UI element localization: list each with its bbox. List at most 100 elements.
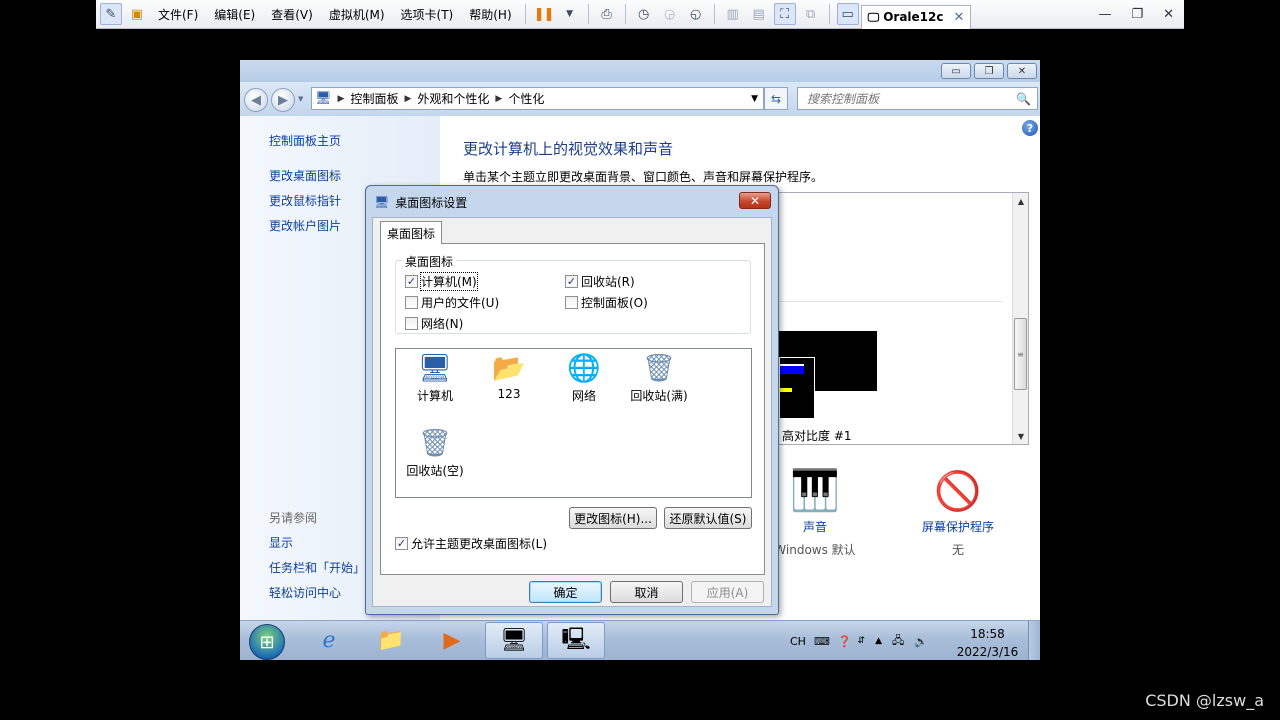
link-change-account-picture[interactable]: 更改帐户图片: [269, 217, 341, 234]
pin-icon[interactable]: ✎: [100, 3, 122, 25]
breadcrumb-appearance[interactable]: 外观和个性化: [417, 90, 489, 107]
checkbox-control-panel[interactable]: 控制面板(O): [565, 294, 648, 311]
icon-item-recycle-empty[interactable]: 🗑 回收站(空): [397, 426, 473, 479]
volume-icon[interactable]: 🔊: [914, 635, 928, 648]
checkbox-allow-themes[interactable]: ✓ 允许主题更改桌面图标(L): [395, 535, 547, 552]
theme-high-contrast-preview[interactable]: [779, 331, 877, 419]
icon-item-user-files[interactable]: 📂 123: [471, 351, 547, 401]
menu-edit[interactable]: 编辑(E): [206, 0, 263, 29]
themes-scrollbar[interactable]: ▲ ≡ ▼: [1012, 193, 1028, 444]
snapshot-icon[interactable]: ◷: [633, 3, 655, 25]
ime-options-icon[interactable]: ⇵: [858, 636, 866, 646]
checkbox-box[interactable]: ✓: [565, 275, 578, 288]
chevron-down-icon[interactable]: ▼: [559, 3, 581, 25]
close-icon[interactable]: ✕: [953, 10, 964, 25]
search-input[interactable]: [807, 91, 1007, 106]
link-change-desktop-icons[interactable]: 更改桌面图标: [269, 167, 341, 184]
console-view-icon[interactable]: ▭: [836, 3, 859, 25]
checkbox-box[interactable]: [405, 317, 418, 330]
vm-tab[interactable]: 🖵 Orale12c ✕: [860, 4, 972, 29]
language-indicator[interactable]: CH: [790, 635, 806, 648]
unity-icon[interactable]: ⧉: [800, 3, 822, 25]
scroll-down-arrow[interactable]: ▼: [1013, 428, 1028, 444]
network-icon[interactable]: 🖧: [892, 632, 904, 651]
menu-help[interactable]: 帮助(H): [461, 0, 519, 29]
cancel-button[interactable]: 取消: [610, 581, 683, 603]
desktop-icon-settings-taskbar-button[interactable]: 🖳: [547, 622, 605, 659]
start-button[interactable]: ⊞: [249, 624, 285, 660]
breadcrumb-personalization[interactable]: 个性化: [508, 90, 544, 107]
revert-snapshot-icon[interactable]: ◶: [659, 3, 681, 25]
scroll-up-arrow[interactable]: ▲: [1013, 193, 1028, 209]
sound-label[interactable]: 声音: [770, 518, 860, 535]
icon-list[interactable]: 🖥 计算机 📂 123 🌐 网络 🗑 回收站(满) 🗑 回收站(空): [395, 348, 752, 498]
breadcrumb-control-panel[interactable]: 控制面板: [350, 90, 398, 107]
menu-file[interactable]: 文件(F): [150, 0, 206, 29]
keyboard-icon[interactable]: ⌨: [814, 635, 830, 648]
theme-label[interactable]: 高对比度 #1: [782, 427, 852, 444]
address-bar[interactable]: 🖥 ▶ 控制面板 ▶ 外观和个性化 ▶ 个性化 ▼: [311, 87, 764, 110]
checkbox-recycle-bin[interactable]: ✓ 回收站(R): [565, 273, 635, 290]
menu-tabs[interactable]: 选项卡(T): [393, 0, 462, 29]
fullscreen-icon[interactable]: ⛶: [773, 3, 796, 25]
icon-item-computer[interactable]: 🖥 计算机: [397, 351, 473, 404]
breadcrumb-arrow-icon[interactable]: ▶: [338, 94, 345, 104]
sidebar-icon[interactable]: ▥: [722, 3, 744, 25]
pause-icon[interactable]: ❚❚: [533, 3, 555, 25]
screensaver-settings[interactable]: 🚫 屏幕保护程序 无: [913, 464, 1003, 558]
link-control-panel-home[interactable]: 控制面板主页: [269, 132, 341, 149]
menu-vm[interactable]: 虚拟机(M): [321, 0, 393, 29]
checkbox-box[interactable]: [405, 296, 418, 309]
back-button[interactable]: ◀: [244, 88, 268, 112]
media-player-icon[interactable]: ▶: [423, 622, 481, 659]
restore-default-button[interactable]: 还原默认值(S): [664, 507, 752, 529]
show-desktop-button[interactable]: [1028, 621, 1040, 660]
checkbox-box[interactable]: [565, 296, 578, 309]
breadcrumb-arrow-icon[interactable]: ▶: [404, 94, 411, 104]
link-change-mouse-pointers[interactable]: 更改鼠标指针: [269, 192, 341, 209]
forward-button[interactable]: ▶: [271, 88, 295, 112]
scroll-thumb[interactable]: ≡: [1014, 318, 1027, 390]
close-icon[interactable]: ✕: [1153, 7, 1184, 22]
file-explorer-icon[interactable]: 📁: [362, 622, 420, 659]
checkbox-box[interactable]: ✓: [395, 537, 408, 550]
minimize-icon[interactable]: —: [1088, 7, 1121, 22]
themes-list[interactable]: 高对比度 #1 ▲ ≡ ▼: [778, 192, 1029, 445]
dialog-close-button[interactable]: ✕: [739, 192, 771, 209]
snapshot-manager-icon[interactable]: ◵: [685, 3, 707, 25]
icon-item-recycle-full[interactable]: 🗑 回收站(满): [621, 351, 697, 404]
link-display[interactable]: 显示: [269, 534, 293, 551]
ok-button[interactable]: 确定: [529, 581, 602, 603]
search-box[interactable]: 🔍: [797, 87, 1038, 110]
minimize-button[interactable]: ▭: [941, 63, 971, 79]
send-ctrl-alt-del-icon[interactable]: ⎙: [596, 3, 618, 25]
menu-view[interactable]: 查看(V): [263, 0, 321, 29]
link-ease-of-access[interactable]: 轻松访问中心: [269, 584, 341, 601]
chevron-down-icon[interactable]: ▼: [751, 94, 758, 104]
clock[interactable]: 18:58 2022/3/16: [950, 625, 1025, 660]
link-taskbar-start[interactable]: 任务栏和「开始」: [269, 559, 365, 576]
change-icon-button[interactable]: 更改图标(H)...: [569, 507, 657, 529]
show-hidden-icons-icon[interactable]: ▲: [875, 636, 882, 646]
restore-icon[interactable]: ❐: [1121, 7, 1153, 22]
vm-library-icon[interactable]: ▣: [126, 3, 148, 25]
tab-desktop-icons[interactable]: 桌面图标: [380, 221, 443, 244]
checkbox-network[interactable]: 网络(N): [405, 315, 463, 332]
maximize-button[interactable]: ❐: [974, 63, 1004, 79]
checkbox-computer[interactable]: ✓ 计算机(M): [405, 272, 478, 291]
breadcrumb-arrow-icon[interactable]: ▶: [495, 94, 502, 104]
internet-explorer-icon[interactable]: ℯ: [300, 622, 358, 659]
icon-item-network[interactable]: 🌐 网络: [546, 351, 622, 404]
help-icon[interactable]: ?: [1022, 120, 1038, 136]
control-panel-taskbar-button[interactable]: 🖥: [485, 622, 543, 659]
close-button[interactable]: ✕: [1007, 63, 1037, 79]
checkbox-user-files[interactable]: 用户的文件(U): [405, 294, 499, 311]
search-icon[interactable]: 🔍: [1016, 92, 1031, 106]
thumbnail-bar-icon[interactable]: ▤: [748, 3, 770, 25]
chevron-down-icon[interactable]: ▼: [298, 95, 303, 103]
refresh-button[interactable]: ⇆: [764, 87, 788, 110]
screensaver-label[interactable]: 屏幕保护程序: [913, 518, 1003, 535]
help-icon[interactable]: ❓: [838, 635, 852, 648]
checkbox-box[interactable]: ✓: [405, 275, 418, 288]
sound-settings[interactable]: 🎹 声音 Windows 默认: [770, 464, 860, 558]
